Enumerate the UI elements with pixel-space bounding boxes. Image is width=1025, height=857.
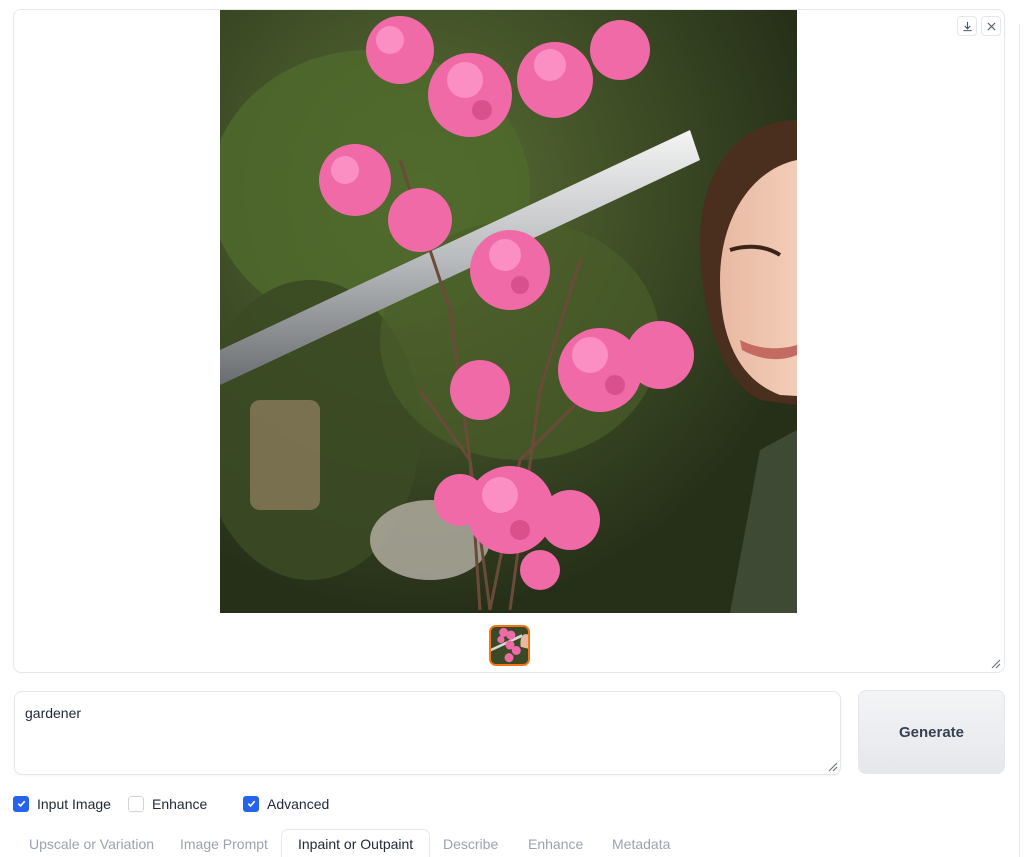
download-icon bbox=[962, 21, 972, 31]
checkmark-icon bbox=[17, 800, 25, 808]
checkbox-checked[interactable] bbox=[243, 795, 259, 812]
enhance-checkbox[interactable]: Enhance bbox=[128, 795, 207, 812]
advanced-label: Advanced bbox=[267, 795, 330, 812]
close-gallery-button[interactable] bbox=[981, 16, 1001, 36]
close-icon bbox=[986, 21, 996, 31]
input-image-checkbox[interactable]: Input Image bbox=[13, 795, 111, 812]
output-gallery bbox=[13, 9, 1005, 673]
thumbnail-photo bbox=[491, 627, 528, 664]
flowers-photo bbox=[220, 10, 797, 613]
enhance-label: Enhance bbox=[152, 795, 208, 812]
download-button[interactable] bbox=[957, 16, 977, 36]
page-scroll-edge bbox=[1019, 24, 1020, 857]
tab-upscale-or-variation[interactable]: Upscale or Variation bbox=[29, 829, 154, 857]
gallery-main-image[interactable] bbox=[220, 10, 797, 613]
prompt-value: gardener bbox=[25, 705, 82, 721]
resize-grip-icon[interactable] bbox=[989, 657, 1001, 669]
checkbox-checked[interactable] bbox=[13, 795, 29, 812]
advanced-checkbox[interactable]: Advanced bbox=[243, 795, 329, 812]
tab-metadata[interactable]: Metadata bbox=[612, 829, 670, 857]
tab-inpaint-or-outpaint[interactable]: Inpaint or Outpaint bbox=[281, 829, 431, 857]
gallery-thumbnail[interactable] bbox=[489, 625, 530, 666]
tab-enhance[interactable]: Enhance bbox=[528, 829, 583, 857]
tab-describe[interactable]: Describe bbox=[443, 829, 498, 857]
generate-button[interactable]: Generate bbox=[858, 690, 1005, 774]
tab-image-prompt[interactable]: Image Prompt bbox=[180, 829, 268, 857]
input-image-label: Input Image bbox=[37, 795, 111, 812]
tab-bar: Upscale or Variation Image Prompt Inpain… bbox=[13, 829, 1013, 857]
checkmark-icon bbox=[247, 800, 255, 808]
prompt-input[interactable]: gardener bbox=[14, 691, 841, 775]
checkbox-unchecked[interactable] bbox=[128, 795, 144, 812]
resize-grip-icon[interactable] bbox=[826, 760, 838, 772]
